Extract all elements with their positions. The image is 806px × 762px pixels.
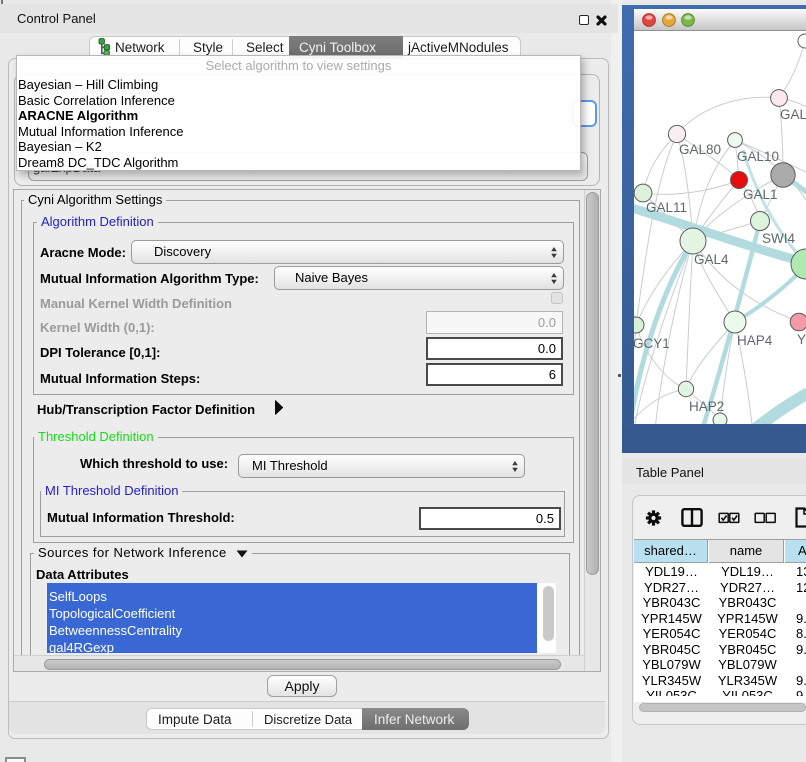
svg-text:GAL1: GAL1: [743, 187, 778, 202]
svg-text:Y: Y: [797, 332, 806, 347]
svg-text:GAL80: GAL80: [679, 142, 721, 157]
svg-text:GAL4: GAL4: [694, 252, 729, 267]
svg-text:GAL11: GAL11: [646, 200, 687, 215]
svg-text:GAL7: GAL7: [780, 107, 806, 122]
svg-text:GCY1: GCY1: [634, 336, 670, 351]
svg-text:HAP2: HAP2: [689, 399, 724, 414]
svg-text:HAP4: HAP4: [737, 333, 773, 348]
svg-text:SWI4: SWI4: [762, 231, 795, 246]
svg-text:GAL10: GAL10: [737, 149, 779, 164]
